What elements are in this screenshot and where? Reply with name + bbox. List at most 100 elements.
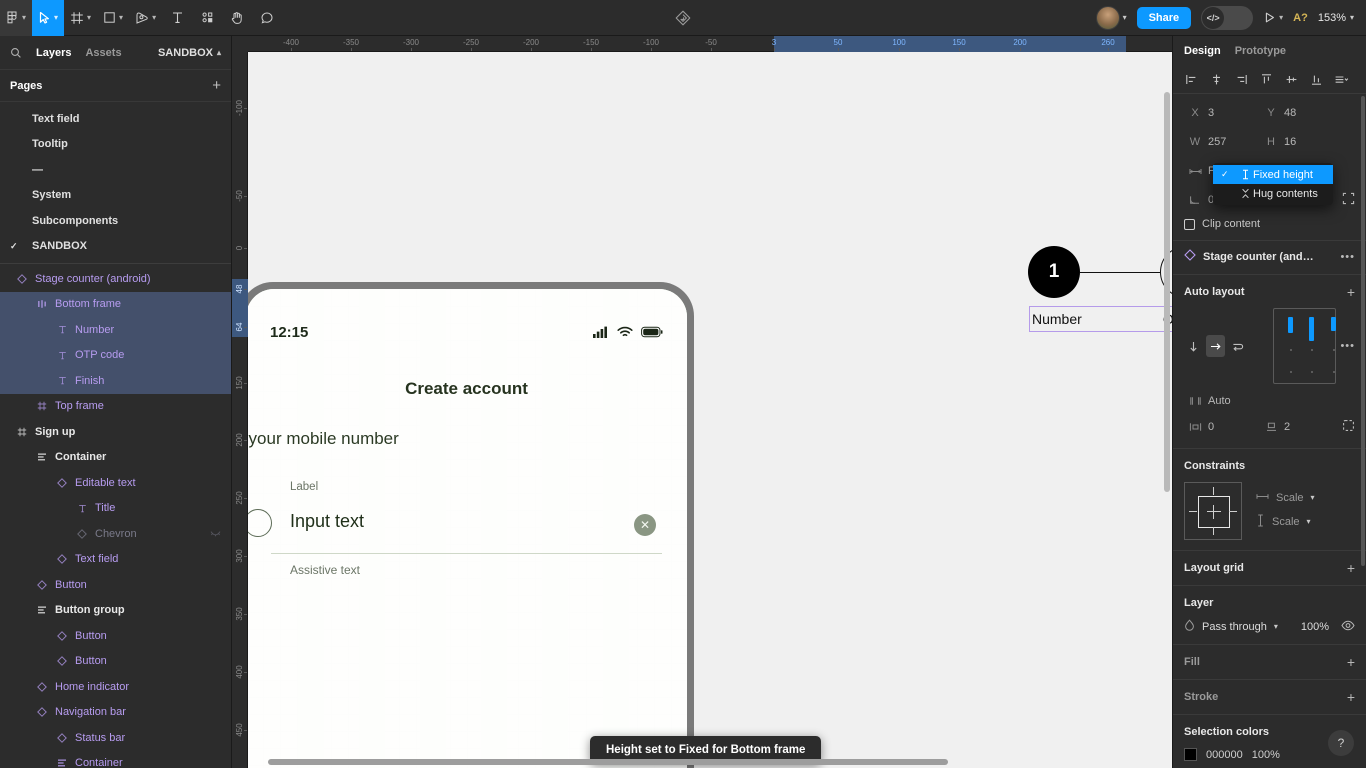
layer-row[interactable]: Button <box>0 572 231 598</box>
clip-autolayout-icon[interactable] <box>1342 419 1355 435</box>
components-tool-button[interactable] <box>192 0 222 36</box>
layer-row[interactable]: Sign up <box>0 419 231 445</box>
layer-row[interactable]: Title <box>0 496 231 522</box>
canvas-area[interactable]: -400 -350 -300 -250 -200 -150 -100 -50 3 50 100 150… <box>232 36 1172 768</box>
layer-row[interactable]: Status bar <box>0 725 231 751</box>
align-horizontal-center-icon[interactable] <box>1204 68 1229 92</box>
layer-row[interactable]: Bottom frame <box>0 291 231 317</box>
phone-input-value[interactable]: Input text <box>290 511 364 532</box>
add-auto-layout-button[interactable]: + <box>1347 285 1355 299</box>
dev-mode-toggle[interactable]: </> <box>1201 5 1254 30</box>
vertical-ruler[interactable]: -100 -50 0 48 64 150 200 250 300 350 400 450 <box>232 52 248 768</box>
direction-vertical-button[interactable] <box>1184 335 1202 357</box>
layer-row[interactable]: Container <box>0 751 231 768</box>
tab-assets[interactable]: Assets <box>85 47 121 59</box>
tab-design[interactable]: Design <box>1184 45 1221 57</box>
pen-tool-button[interactable]: ▾ <box>129 0 162 36</box>
add-layout-grid-button[interactable]: + <box>1347 561 1355 575</box>
layer-opacity-value[interactable]: 100% <box>1301 621 1329 633</box>
figma-menu-button[interactable]: ▾ <box>0 0 33 36</box>
page-item-sandbox[interactable]: ✓ SANDBOX <box>0 234 231 260</box>
accessibility-button[interactable]: A? <box>1293 12 1308 24</box>
layer-row[interactable]: Button <box>0 649 231 675</box>
step-circle-1[interactable]: 1 <box>1028 246 1080 298</box>
color-opacity-value[interactable]: 100% <box>1252 749 1280 761</box>
blend-mode-value[interactable]: Pass through <box>1202 621 1267 633</box>
align-top-icon[interactable] <box>1254 68 1279 92</box>
layer-row[interactable]: Text field <box>0 547 231 573</box>
constraints-widget[interactable] <box>1184 482 1242 540</box>
user-avatar-button[interactable]: ▾ <box>1095 5 1127 30</box>
add-page-button[interactable]: + <box>212 78 221 93</box>
canvas-vertical-scrollbar[interactable] <box>1164 92 1170 492</box>
layer-row[interactable]: Container <box>0 445 231 471</box>
width-field[interactable]: W 257 <box>1184 131 1260 153</box>
tab-layers[interactable]: Layers <box>36 47 71 59</box>
dropdown-item-hug-contents[interactable]: Hug contents <box>1213 184 1333 203</box>
height-field[interactable]: H 16 <box>1260 131 1336 153</box>
direction-wrap-button[interactable] <box>1229 335 1247 357</box>
add-stroke-button[interactable]: + <box>1347 690 1355 704</box>
direction-horizontal-button[interactable] <box>1206 335 1225 357</box>
align-right-icon[interactable] <box>1229 68 1254 92</box>
tab-prototype[interactable]: Prototype <box>1235 45 1286 57</box>
horizontal-padding-field[interactable]: 0 <box>1184 416 1260 438</box>
search-icon[interactable] <box>10 47 22 59</box>
horizontal-constraint-dropdown[interactable]: Scale ▾ <box>1256 492 1315 504</box>
component-more-button[interactable]: ••• <box>1340 251 1355 263</box>
vertical-constraint-dropdown[interactable]: Scale ▾ <box>1256 514 1315 530</box>
shape-tool-button[interactable]: ▾ <box>97 0 129 36</box>
layer-row[interactable]: Number <box>0 317 231 343</box>
color-swatch[interactable] <box>1184 748 1197 761</box>
help-button[interactable]: ? <box>1328 730 1354 756</box>
add-fill-button[interactable]: + <box>1347 655 1355 669</box>
resize-mode-dropdown[interactable]: ✓ Fixed height Hug contents <box>1213 163 1333 205</box>
text-tool-button[interactable] <box>162 0 192 36</box>
eye-icon[interactable] <box>1341 620 1355 634</box>
hand-tool-button[interactable] <box>222 0 252 36</box>
component-row[interactable]: Stage counter (and… ••• <box>1184 249 1355 264</box>
dropdown-item-fixed-height[interactable]: ✓ Fixed height <box>1213 165 1333 184</box>
clip-content-checkbox[interactable] <box>1184 218 1195 230</box>
layer-row[interactable]: Editable text <box>0 470 231 496</box>
phone-frame-sign-up[interactable]: 12:15 Create account ter your mobile num… <box>248 282 694 768</box>
align-left-icon[interactable] <box>1179 68 1204 92</box>
canvas-horizontal-scrollbar[interactable] <box>268 759 948 765</box>
layer-row[interactable]: Button <box>0 623 231 649</box>
layer-row[interactable]: Home indicator <box>0 674 231 700</box>
layer-row[interactable]: Top frame <box>0 394 231 420</box>
spacing-field[interactable]: Auto <box>1184 390 1260 412</box>
move-tool-button[interactable]: ▾ <box>32 0 65 36</box>
horizontal-ruler[interactable]: -400 -350 -300 -250 -200 -150 -100 -50 3 50 100 150… <box>248 36 1172 52</box>
step-label-number[interactable]: Number <box>1032 311 1082 327</box>
hidden-icon[interactable] <box>210 528 231 540</box>
figjam-diamond-button[interactable] <box>663 4 703 32</box>
stage-counter-component[interactable]: 1 2 3 Number OTP code Finish <box>1012 242 1172 342</box>
frame-tool-button[interactable]: ▾ <box>64 0 97 36</box>
page-item-subcomponents[interactable]: Subcomponents <box>0 208 231 234</box>
distribute-more-icon[interactable] <box>1329 68 1354 92</box>
page-item-text-field[interactable]: Text field <box>0 106 231 132</box>
independent-corners-icon[interactable] <box>1342 192 1355 208</box>
layer-row[interactable]: Button group <box>0 598 231 624</box>
right-panel-scrollbar[interactable] <box>1361 96 1365 566</box>
vertical-padding-field[interactable]: 2 <box>1260 416 1336 438</box>
page-item-tooltip[interactable]: Tooltip <box>0 132 231 158</box>
layer-row[interactable]: Navigation bar <box>0 700 231 726</box>
x-field[interactable]: X 3 <box>1184 102 1260 124</box>
layer-row[interactable]: Finish <box>0 368 231 394</box>
page-item-system[interactable]: System <box>0 183 231 209</box>
auto-layout-more-button[interactable]: ••• <box>1340 340 1355 352</box>
color-hex-value[interactable]: 000000 <box>1206 749 1243 761</box>
page-item-divider[interactable]: — <box>0 157 231 183</box>
zoom-control[interactable]: 153% ▾ <box>1318 12 1354 24</box>
alignment-pad[interactable] <box>1272 308 1337 384</box>
bottom-frame-selection[interactable]: Number OTP code Finish <box>1029 306 1172 332</box>
clip-content-row[interactable]: Clip content <box>1184 218 1355 230</box>
align-bottom-icon[interactable] <box>1304 68 1329 92</box>
file-name-dropdown[interactable]: SANDBOX ▴ <box>158 47 221 59</box>
align-vertical-center-icon[interactable] <box>1279 68 1304 92</box>
clear-circle-icon[interactable]: ✕ <box>634 514 656 536</box>
comment-tool-button[interactable] <box>252 0 282 36</box>
y-field[interactable]: Y 48 <box>1260 102 1336 124</box>
